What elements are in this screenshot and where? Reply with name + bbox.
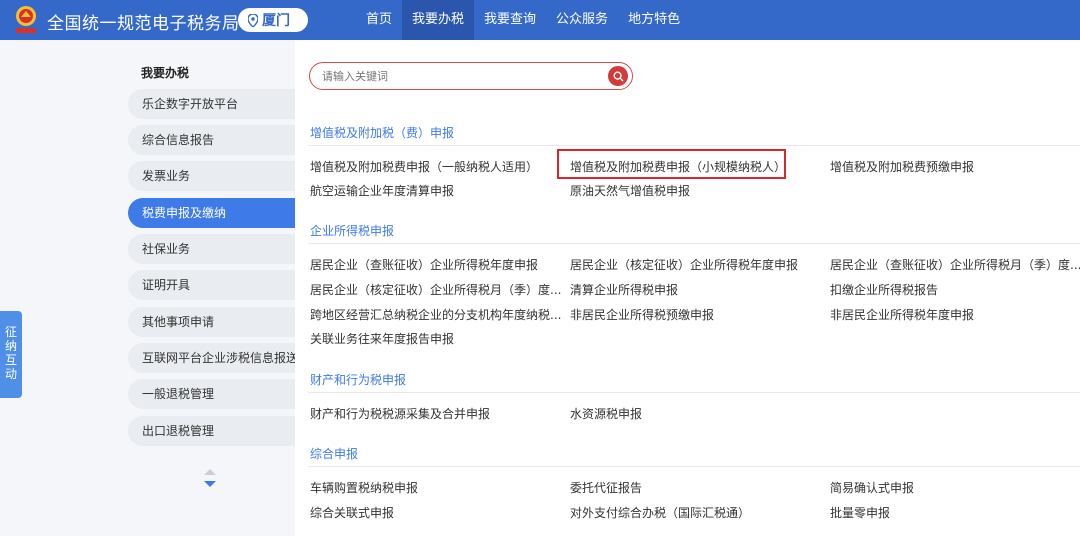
interaction-float-tab[interactable]: 征 纳 互 动 [0,311,22,398]
nav-local-feature[interactable]: 地方特色 [618,0,690,40]
link-cit-audit-quarterly[interactable]: 居民企业（查账征收）企业所得税月（季）度... [830,256,1080,273]
search-icon [612,70,623,81]
scroll-arrows-icon[interactable] [202,468,218,490]
section-title-property: 财产和行为税申报 [310,373,407,387]
top-header: 全国统一规范电子税务局 厦门 首页 我要办税 我要查询 公众服务 地方特色 [0,0,1080,40]
link-cit-audit-annual[interactable]: 居民企业（查账征收）企业所得税年度申报 [310,256,538,273]
link-entrusted-collection[interactable]: 委托代征报告 [570,479,642,496]
section-title-cit: 企业所得税申报 [310,224,395,238]
divider [308,243,1080,244]
sidebar-item-platform-report[interactable]: 互联网平台企业涉税信息报送 [128,343,295,373]
link-related-transactions[interactable]: 关联业务往来年度报告申报 [310,330,454,347]
sidebar-item-info-report[interactable]: 综合信息报告 [128,125,295,155]
link-aviation-settlement[interactable]: 航空运输企业年度清算申报 [310,182,454,199]
location-pin-icon [248,13,258,27]
search-button[interactable] [608,66,628,86]
main-nav: 首页 我要办税 我要查询 公众服务 地方特色 [356,0,690,40]
nav-home[interactable]: 首页 [356,0,402,40]
float-tab-char: 纳 [4,339,17,353]
link-cit-withholding[interactable]: 扣缴企业所得税报告 [830,281,938,298]
link-nonresident-annual[interactable]: 非居民企业所得税年度申报 [830,306,974,323]
section-title-comprehensive: 综合申报 [310,447,359,461]
float-tab-char: 动 [4,367,17,381]
search-input[interactable] [322,68,602,84]
float-tab-char: 征 [4,325,17,339]
link-cit-branch-annual[interactable]: 跨地区经营汇总纳税企业的分支机构年度纳税... [310,306,561,323]
city-selector[interactable]: 厦门 [238,8,308,32]
sidebar-item-leqi[interactable]: 乐企数字开放平台 [128,89,295,119]
sidebar-item-social-security[interactable]: 社保业务 [128,234,295,264]
nav-do-tax[interactable]: 我要办税 [402,0,475,40]
float-tab-char: 互 [4,353,17,367]
divider [308,466,1080,467]
link-cit-assessed-quarterly[interactable]: 居民企业（核定征收）企业所得税月（季）度... [310,281,561,298]
city-name: 厦门 [262,13,290,29]
sidebar-item-certificate[interactable]: 证明开具 [128,270,295,300]
site-title: 全国统一规范电子税务局 [47,14,240,34]
link-simple-confirm[interactable]: 简易确认式申报 [830,479,914,496]
sidebar-item-other-matters[interactable]: 其他事项申请 [128,307,295,337]
sidebar-item-export-refund[interactable]: 出口退税管理 [128,416,295,446]
link-property-combined[interactable]: 财产和行为税税源采集及合并申报 [310,405,490,422]
link-cit-assessed-annual[interactable]: 居民企业（核定征收）企业所得税年度申报 [570,256,798,273]
tax-emblem-icon [16,6,36,33]
nav-public-service[interactable]: 公众服务 [546,0,618,40]
link-water-resource[interactable]: 水资源税申报 [570,405,642,422]
link-related-declaration[interactable]: 综合关联式申报 [310,504,394,521]
sidebar: 我要办税 乐企数字开放平台 综合信息报告 发票业务 税费申报及缴纳 社保业务 证… [0,40,295,536]
link-crude-oil-vat[interactable]: 原油天然气增值税申报 [570,182,690,199]
divider [308,145,1080,146]
link-vat-prepay[interactable]: 增值税及附加税费预缴申报 [830,158,974,175]
section-title-vat: 增值税及附加税（费）申报 [310,126,455,140]
highlight-box [557,149,786,179]
divider [308,392,1080,393]
link-nonresident-prepay[interactable]: 非居民企业所得税预缴申报 [570,306,714,323]
link-batch-zero[interactable]: 批量零申报 [830,504,890,521]
link-vehicle-purchase[interactable]: 车辆购置税纳税申报 [310,479,418,496]
link-cit-liquidation[interactable]: 清算企业所得税申报 [570,281,678,298]
link-outbound-payment[interactable]: 对外支付综合办税（国际汇税通） [570,504,750,521]
link-vat-general[interactable]: 增值税及附加税费申报（一般纳税人适用） [310,158,538,175]
sidebar-item-invoice[interactable]: 发票业务 [128,161,295,191]
search-box [309,62,633,90]
sidebar-item-refund[interactable]: 一般退税管理 [128,379,295,409]
nav-query[interactable]: 我要查询 [474,0,546,40]
sidebar-item-tax-declaration[interactable]: 税费申报及缴纳 [128,198,295,228]
sidebar-title: 我要办税 [141,66,190,80]
